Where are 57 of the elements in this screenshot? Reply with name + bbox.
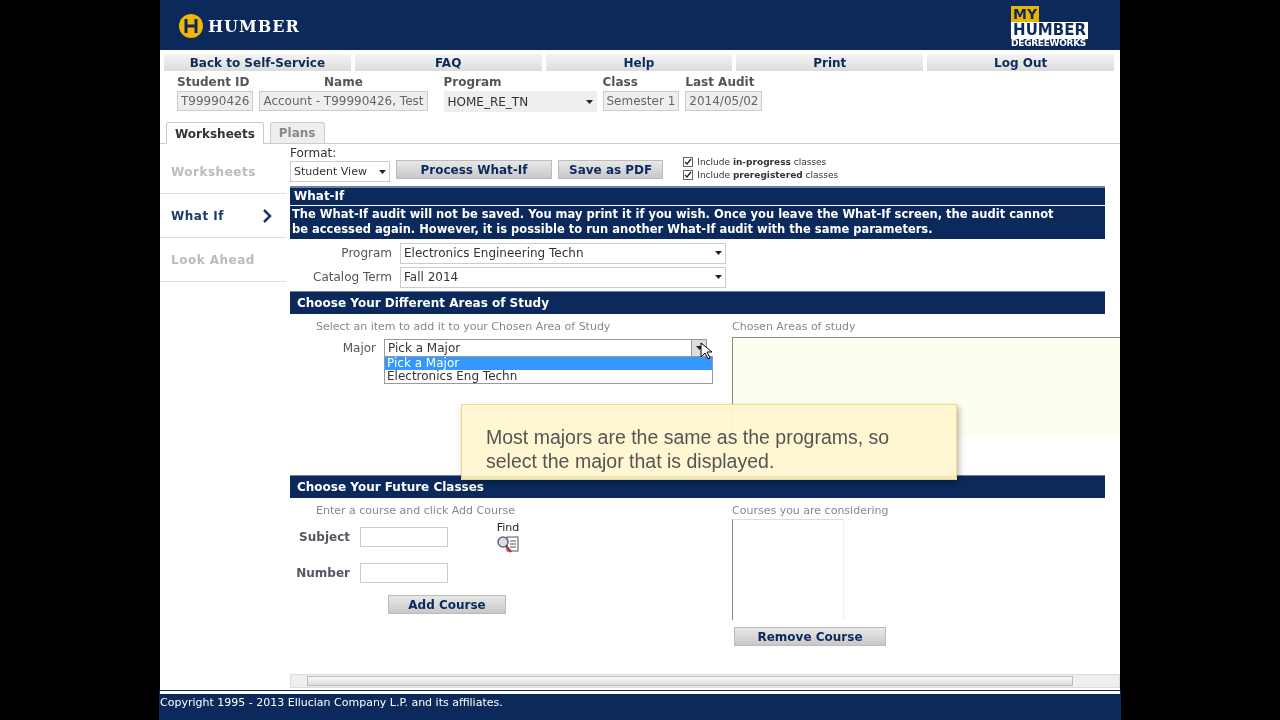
- nav-button[interactable]: Print: [736, 54, 924, 71]
- checkbox[interactable]: [683, 169, 694, 180]
- checkbox-label: Include in-progress classes: [697, 156, 827, 167]
- hint-text: Enter a course and click Add Course: [316, 504, 516, 517]
- add-course-button[interactable]: Add Course: [388, 595, 506, 614]
- dropdown[interactable]: Electronics Engineering Techn: [400, 242, 726, 264]
- field-label: Subject: [298, 530, 350, 544]
- readonly-field: 2014/05/02: [685, 91, 763, 111]
- notice-text: The What-If audit will not be saved. You may print it if you wish. Once you leave the What-If screen, the audit cannot be accessed again. However, it is possible to run another What-If audit with the same parameters.: [290, 205, 1105, 239]
- hint-text: Select an item to add it to your Chosen Area of Study: [316, 320, 612, 333]
- field-label: Class: [602, 75, 639, 89]
- caret-icon: [585, 99, 593, 104]
- checkbox[interactable]: [683, 156, 694, 167]
- chevron-right-icon: [262, 208, 272, 223]
- remove-course-button[interactable]: Remove Course: [734, 627, 886, 646]
- courses-list[interactable]: [732, 519, 844, 620]
- input-field[interactable]: [360, 527, 448, 547]
- caret-icon: [379, 169, 386, 174]
- section-header: Choose Your Different Areas of Study: [290, 291, 1105, 314]
- caret-icon: [715, 251, 722, 255]
- readonly-field: Semester 1: [602, 91, 680, 111]
- tab[interactable]: Worksheets: [166, 122, 264, 144]
- toolbar-button[interactable]: Save as PDF: [558, 160, 664, 179]
- horizontal-scrollbar[interactable]: [290, 674, 1120, 688]
- readonly-field: Account - T99990426, Test: [259, 91, 428, 111]
- copyright-text: Copyright 1995 - 2013 Ellucian Company L.P. and its affiliates.: [160, 696, 503, 709]
- sidebar-item[interactable]: What If: [160, 194, 286, 238]
- tooltip-text: Most majors are the same as the programs, so select the major that is displayed.: [486, 425, 891, 473]
- field-label: Program: [443, 75, 503, 89]
- logo-icon: [178, 13, 204, 39]
- hint-text: Chosen Areas of study: [732, 320, 857, 333]
- field-label: Name: [323, 75, 364, 89]
- format-select[interactable]: Student View: [290, 161, 390, 182]
- dropdown-option[interactable]: Electronics Eng Techn: [385, 370, 712, 383]
- nav-button[interactable]: Back to Self-Service: [164, 54, 351, 71]
- toolbar-button[interactable]: Process What-If: [396, 160, 552, 179]
- logo-text: HUMBER: [208, 16, 300, 36]
- magnifier-list-icon[interactable]: [496, 534, 520, 554]
- input-field[interactable]: [360, 563, 448, 583]
- degreeworks-logo: MY HUMBER DEGREEWORKS: [1011, 6, 1088, 48]
- program-select[interactable]: HOME_RE_TN: [443, 91, 597, 112]
- field-label: Number: [295, 566, 350, 580]
- nav-button[interactable]: Log Out: [927, 54, 1114, 71]
- field-label: Program: [340, 246, 392, 260]
- hint-text: Courses you are considering: [732, 504, 890, 517]
- caret-icon: [715, 275, 722, 279]
- nav-button[interactable]: Help: [545, 54, 733, 71]
- checkbox-label: Include preregistered classes: [697, 169, 839, 180]
- dropdown[interactable]: Fall 2014: [400, 266, 726, 288]
- readonly-field: T99990426: [177, 91, 254, 111]
- nav-button[interactable]: FAQ: [354, 54, 542, 71]
- field-label: Catalog Term: [312, 270, 392, 284]
- format-label: Format:: [290, 146, 338, 160]
- field-label: Student ID: [177, 75, 251, 89]
- field-label: Last Audit: [685, 75, 756, 89]
- find-label: Find: [496, 521, 520, 534]
- field-label: Major: [341, 341, 376, 355]
